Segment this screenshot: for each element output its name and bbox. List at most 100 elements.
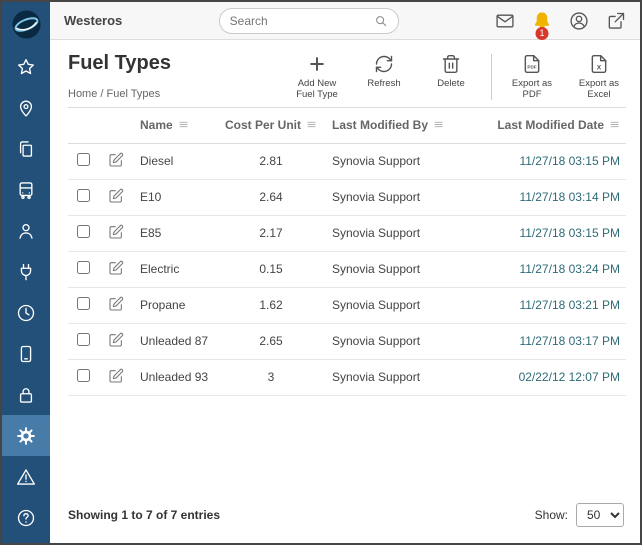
map-pin-icon xyxy=(19,100,33,117)
edit-row-button[interactable] xyxy=(108,188,124,204)
messages-button[interactable] xyxy=(495,11,515,31)
cell-last-modified-date: 02/22/12 12:07 PM xyxy=(476,359,626,396)
cell-name: Diesel xyxy=(134,143,216,180)
bus-icon xyxy=(19,181,33,199)
cell-cost-per-unit: 3 xyxy=(216,359,326,396)
cell-last-modified-by: Synovia Support xyxy=(326,359,476,396)
row-checkbox[interactable] xyxy=(76,225,90,239)
warning-icon xyxy=(17,468,35,485)
sidebar-item-devices[interactable] xyxy=(2,333,50,374)
export-excel-label: Export as Excel xyxy=(578,78,620,101)
search-icon xyxy=(375,15,386,26)
cell-name: E85 xyxy=(134,215,216,252)
org-name: Westeros xyxy=(64,13,123,28)
gear-icon xyxy=(17,426,35,445)
lock-icon xyxy=(19,387,33,403)
column-header-name: Name xyxy=(134,106,216,144)
table-row: Electric 0.15 Synovia Support 11/27/18 0… xyxy=(68,251,626,288)
cell-cost-per-unit: 2.81 xyxy=(216,143,326,180)
column-menu-icon[interactable] xyxy=(433,119,444,133)
sidebar-item-connections[interactable] xyxy=(2,251,50,292)
content-area: Fuel Types Home / Fuel Types Add New Fue… xyxy=(50,40,640,543)
sidebar-item-help[interactable] xyxy=(2,497,50,538)
row-checkbox[interactable] xyxy=(76,189,90,203)
refresh-icon xyxy=(375,55,393,73)
table-row: E85 2.17 Synovia Support 11/27/18 03:15 … xyxy=(68,215,626,252)
page-title: Fuel Types xyxy=(68,52,171,74)
star-icon xyxy=(18,58,34,74)
app-window: Westeros 1 xyxy=(2,2,640,543)
cell-last-modified-date: 11/27/18 03:15 PM xyxy=(476,215,626,252)
sidebar-item-settings[interactable] xyxy=(2,415,50,456)
column-header-edit xyxy=(98,106,134,144)
table-row: E10 2.64 Synovia Support 11/27/18 03:14 … xyxy=(68,179,626,216)
delete-label: Delete xyxy=(437,78,465,89)
edit-row-button[interactable] xyxy=(108,332,124,348)
topbar: Westeros 1 xyxy=(50,2,640,40)
sidebar-item-security[interactable] xyxy=(2,374,50,415)
export-pdf-label: Export as PDF xyxy=(511,78,553,101)
sidebar-item-alerts[interactable] xyxy=(2,456,50,497)
table-row: Diesel 2.81 Synovia Support 11/27/18 03:… xyxy=(68,143,626,180)
add-fuel-type-label: Add New Fuel Type xyxy=(296,78,338,101)
row-checkbox[interactable] xyxy=(76,333,90,347)
column-menu-icon[interactable] xyxy=(178,119,189,133)
row-checkbox[interactable] xyxy=(76,153,90,167)
column-header-last-modified-date: Last Modified Date xyxy=(476,106,626,144)
plus-icon xyxy=(310,57,324,71)
toolbar: Add New Fuel Type Refresh Delete PDF Exp… xyxy=(290,52,626,101)
cell-last-modified-date: 11/27/18 03:17 PM xyxy=(476,323,626,360)
edit-row-button[interactable] xyxy=(108,224,124,240)
tablet-icon xyxy=(20,345,32,362)
sidebar-item-fleet[interactable] xyxy=(2,169,50,210)
search-box[interactable] xyxy=(218,7,399,34)
refresh-button[interactable]: Refresh xyxy=(357,54,411,101)
delete-button[interactable]: Delete xyxy=(424,54,478,101)
table-row: Propane 1.62 Synovia Support 11/27/18 03… xyxy=(68,287,626,324)
cell-name: Unleaded 87 xyxy=(134,323,216,360)
search-input[interactable] xyxy=(229,13,374,28)
column-header-last-modified-by: Last Modified By xyxy=(326,106,476,144)
export-excel-button[interactable]: X Export as Excel xyxy=(572,54,626,101)
edit-row-button[interactable] xyxy=(108,296,124,312)
cell-last-modified-by: Synovia Support xyxy=(326,143,476,180)
svg-text:PDF: PDF xyxy=(527,65,536,70)
trash-icon xyxy=(442,54,460,74)
row-checkbox[interactable] xyxy=(76,297,90,311)
sidebar-item-drivers[interactable] xyxy=(2,210,50,251)
sidebar-item-favorites[interactable] xyxy=(2,46,50,87)
app-logo[interactable] xyxy=(2,2,50,46)
edit-row-button[interactable] xyxy=(108,368,124,384)
pdf-file-icon: PDF xyxy=(524,54,540,74)
cell-last-modified-date: 11/27/18 03:21 PM xyxy=(476,287,626,324)
cell-name: Propane xyxy=(134,287,216,324)
table-footer: Showing 1 to 7 of 7 entries Show: 50 xyxy=(50,503,640,543)
export-pdf-button[interactable]: PDF Export as PDF xyxy=(505,54,559,101)
sidebar-item-locations[interactable] xyxy=(2,87,50,128)
breadcrumb[interactable]: Home / Fuel Types xyxy=(68,88,171,100)
cell-last-modified-by: Synovia Support xyxy=(326,215,476,252)
cell-name: Electric xyxy=(134,251,216,288)
open-external-button[interactable] xyxy=(606,11,626,31)
column-menu-icon[interactable] xyxy=(306,119,317,133)
add-fuel-type-button[interactable]: Add New Fuel Type xyxy=(290,54,344,101)
sidebar-item-reports[interactable] xyxy=(2,128,50,169)
svg-text:X: X xyxy=(597,64,602,71)
edit-icon xyxy=(109,368,124,383)
account-button[interactable] xyxy=(569,11,589,31)
edit-row-button[interactable] xyxy=(108,260,124,276)
edit-icon xyxy=(109,296,124,311)
sidebar-item-history[interactable] xyxy=(2,292,50,333)
table-header-row: Name Cost Per Unit Last Modified By Last… xyxy=(68,106,626,144)
row-checkbox[interactable] xyxy=(76,369,90,383)
column-header-cost-per-unit: Cost Per Unit xyxy=(216,106,326,144)
page-size-select[interactable]: 50 xyxy=(576,503,624,527)
cell-last-modified-by: Synovia Support xyxy=(326,251,476,288)
edit-row-button[interactable] xyxy=(108,152,124,168)
column-menu-icon[interactable] xyxy=(609,119,620,133)
user-icon xyxy=(570,11,588,30)
cell-cost-per-unit: 2.64 xyxy=(216,179,326,216)
notifications-button[interactable]: 1 xyxy=(532,11,552,40)
row-checkbox[interactable] xyxy=(76,261,90,275)
edit-icon xyxy=(109,188,124,203)
